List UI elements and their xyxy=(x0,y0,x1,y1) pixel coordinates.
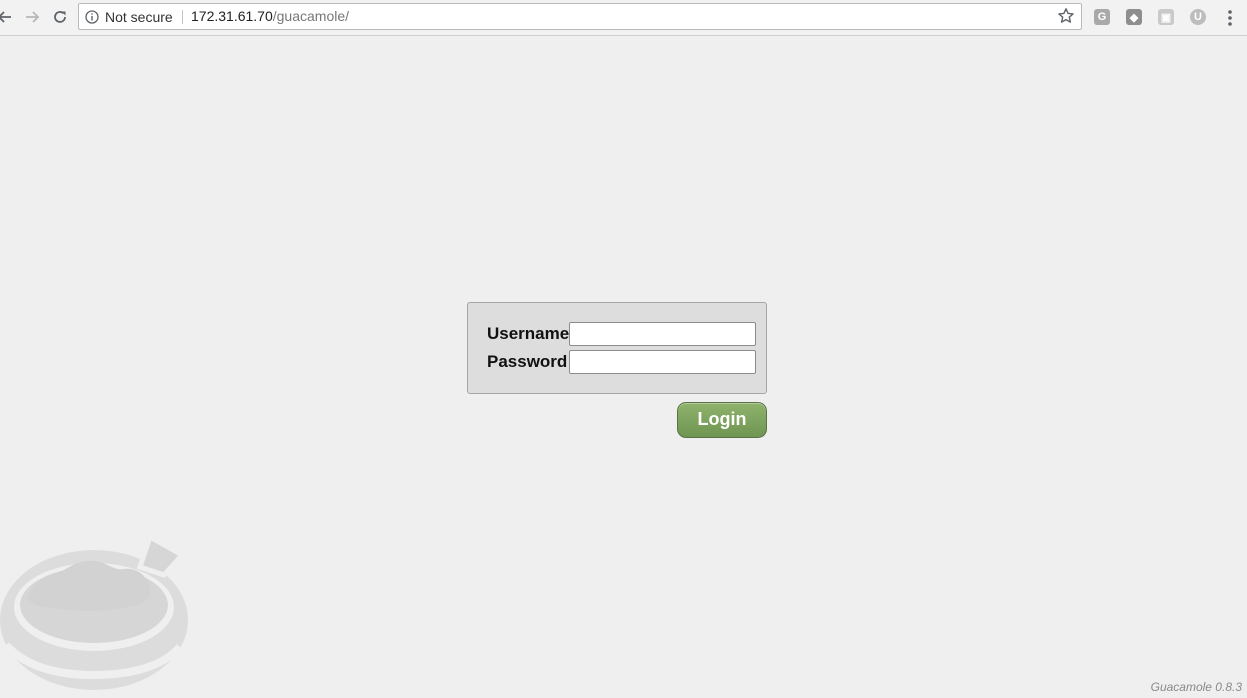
forward-icon xyxy=(26,11,40,23)
extension-camera-icon[interactable]: ▣ xyxy=(1158,9,1174,25)
security-indicator[interactable]: Not secure xyxy=(85,4,173,29)
security-label: Not secure xyxy=(105,8,173,25)
extension-u-icon[interactable]: U xyxy=(1190,9,1206,25)
password-label: Password xyxy=(487,352,568,371)
extension-g-icon[interactable]: G xyxy=(1094,9,1110,25)
username-label: Username xyxy=(487,324,570,343)
menu-icon[interactable] xyxy=(1224,8,1236,28)
password-row: Password xyxy=(487,350,756,374)
extension-pocket-icon[interactable]: ◆ xyxy=(1126,9,1142,25)
url-path: /guacamole/ xyxy=(272,8,350,24)
url-text[interactable]: 172.31.61.70/guacamole/ xyxy=(191,4,349,29)
address-bar[interactable]: Not secure 172.31.61.70/guacamole/ xyxy=(78,3,1082,30)
back-icon xyxy=(0,11,11,23)
url-host: 172.31.61.70 xyxy=(191,8,273,24)
address-divider xyxy=(182,10,183,24)
forward-button[interactable] xyxy=(21,6,43,28)
login-button[interactable]: Login xyxy=(677,402,767,438)
guacamole-logo-icon xyxy=(0,535,188,690)
password-input[interactable] xyxy=(569,350,756,374)
browser-toolbar: Not secure 172.31.61.70/guacamole/ G ◆ ▣… xyxy=(0,0,1247,36)
reload-icon xyxy=(54,11,66,23)
info-icon xyxy=(85,9,99,24)
username-row: Username xyxy=(487,322,756,346)
star-icon[interactable] xyxy=(1057,7,1075,25)
back-button[interactable] xyxy=(0,6,16,28)
login-form: Username Password xyxy=(467,302,767,394)
username-input[interactable] xyxy=(569,322,756,346)
version-label: Guacamole 0.8.3 xyxy=(1150,680,1242,694)
reload-button[interactable] xyxy=(49,6,71,28)
